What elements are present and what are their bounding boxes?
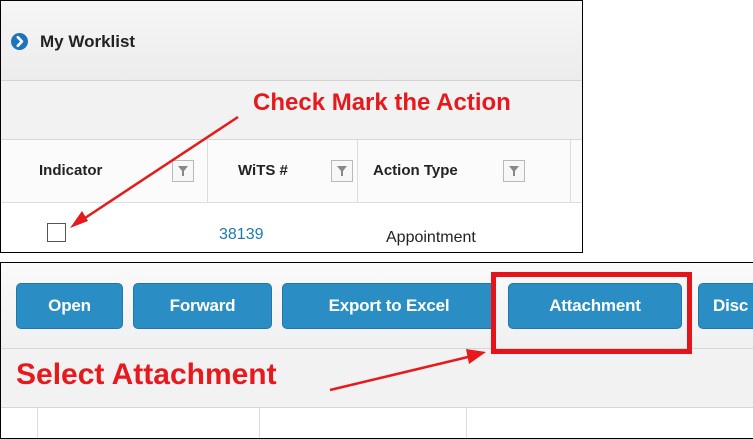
column-divider <box>466 408 467 438</box>
filter-icon[interactable] <box>172 160 194 182</box>
check-mark-annotation: Check Mark the Action <box>253 89 511 116</box>
table-row <box>1 203 582 252</box>
column-label: WiTS # <box>238 162 288 179</box>
filter-icon[interactable] <box>331 160 353 182</box>
worklist-header: My Worklist <box>1 1 582 81</box>
column-header-wits[interactable]: WiTS # <box>208 140 358 202</box>
column-label: Indicator <box>39 162 103 179</box>
column-header-action-type[interactable]: Action Type <box>358 140 571 202</box>
open-button[interactable]: Open <box>16 283 123 329</box>
chevron-right-circle-icon[interactable] <box>11 33 28 50</box>
column-label: Action Type <box>373 162 458 179</box>
attachment-highlight-box <box>491 272 692 354</box>
filter-icon[interactable] <box>503 160 525 182</box>
action-type-cell: Appointment <box>386 229 476 246</box>
select-attachment-annotation: Select Attachment <box>16 358 277 391</box>
column-header-indicator[interactable]: Indicator <box>1 140 208 202</box>
indicator-checkbox[interactable] <box>47 223 66 242</box>
wits-number-link[interactable]: 38139 <box>219 226 264 244</box>
export-to-excel-button[interactable]: Export to Excel <box>282 283 496 329</box>
forward-button[interactable]: Forward <box>133 283 272 329</box>
column-divider <box>37 408 38 438</box>
column-header-row: Indicator WiTS # Action Type <box>1 140 582 203</box>
column-header-row <box>1 408 753 438</box>
discard-button[interactable]: Disc <box>698 283 753 329</box>
column-divider <box>259 408 260 438</box>
worklist-title: My Worklist <box>40 32 136 51</box>
worklist-panel: My Worklist Indicator WiTS # Action Type <box>0 0 583 253</box>
